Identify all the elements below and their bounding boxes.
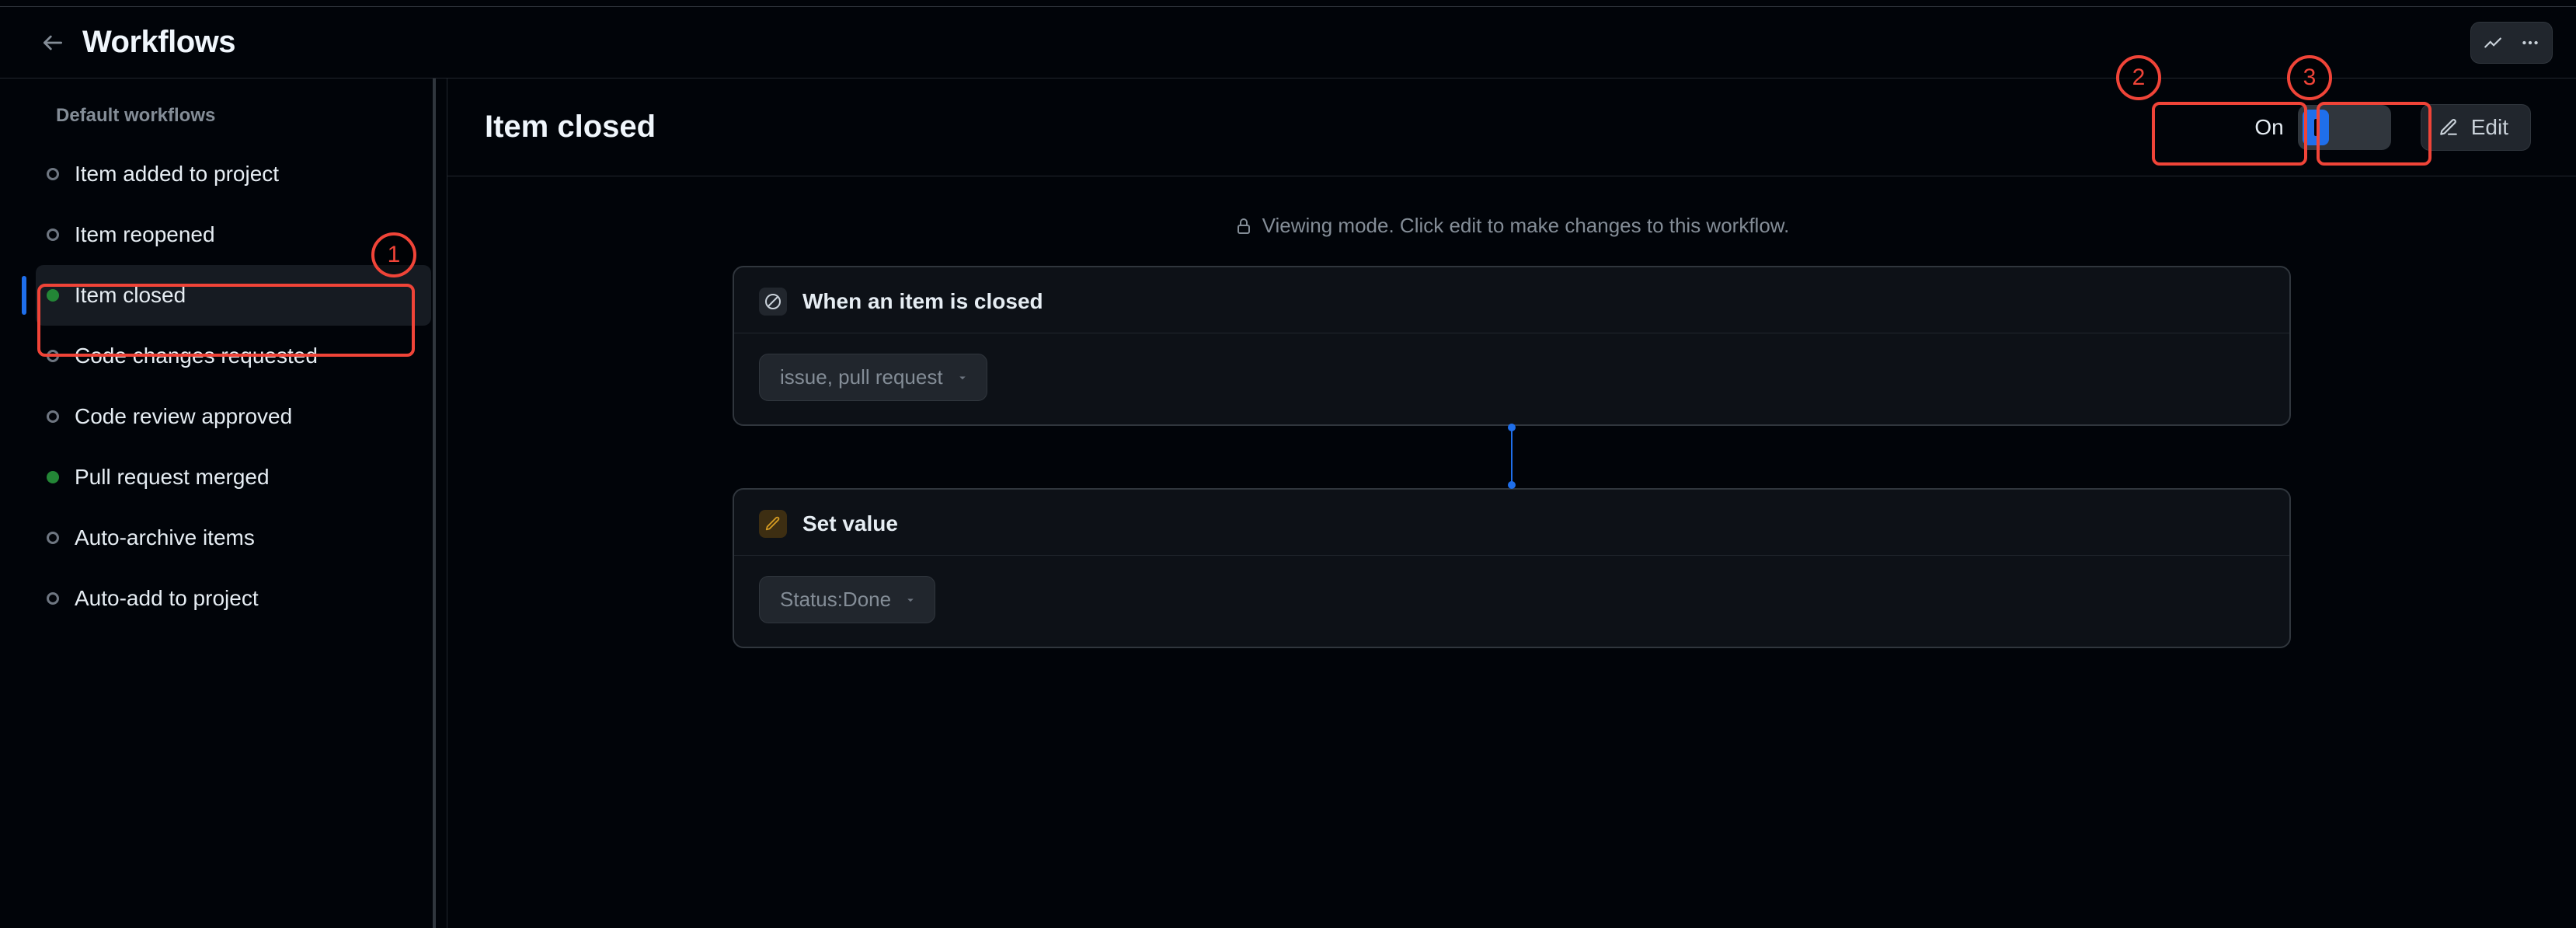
sidebar-item-workflow[interactable]: Auto-archive items xyxy=(36,508,431,568)
action-value-label: Status:Done xyxy=(780,588,891,612)
trigger-heading: When an item is closed xyxy=(802,289,1043,314)
viewing-mode-notice: Viewing mode. Click edit to make changes… xyxy=(447,176,2576,266)
back-arrow-icon[interactable] xyxy=(37,27,68,58)
status-dot-off-icon xyxy=(47,592,59,605)
sidebar-item-label: Item added to project xyxy=(75,162,279,187)
action-card: Set value Status:Done xyxy=(733,488,2291,648)
viewing-mode-text: Viewing mode. Click edit to make changes… xyxy=(1262,214,1790,238)
pencil-icon xyxy=(759,510,787,538)
edit-button-label: Edit xyxy=(2471,115,2508,140)
sidebar-item-workflow[interactable]: Item reopened xyxy=(36,204,431,265)
status-dot-off-icon xyxy=(47,229,59,241)
lock-icon xyxy=(1234,217,1253,235)
sidebar-item-label: Auto-add to project xyxy=(75,586,259,611)
sidebar-item-workflow[interactable]: Code changes requested xyxy=(36,326,431,386)
sidebar-item-label: Item reopened xyxy=(75,222,215,247)
workflow-main: Item closed On Edit Viewing mode. Click … xyxy=(447,78,2576,928)
sidebar-item-label: Item closed xyxy=(75,283,186,308)
sidebar-item-workflow[interactable]: Item added to project xyxy=(36,144,431,204)
action-heading: Set value xyxy=(802,511,898,536)
caret-down-icon xyxy=(956,371,969,385)
sidebar-heading: Default workflows xyxy=(56,105,423,127)
status-dot-on-icon xyxy=(47,289,59,302)
insights-button[interactable] xyxy=(2474,26,2512,60)
status-dot-off-icon xyxy=(47,168,59,180)
sidebar-item-workflow[interactable]: Pull request merged xyxy=(36,447,431,508)
status-dot-off-icon xyxy=(47,350,59,362)
action-value-chip[interactable]: Status:Done xyxy=(759,576,935,623)
sidebar-item-label: Auto-archive items xyxy=(75,525,255,550)
sidebar-item-workflow[interactable]: Auto-add to project xyxy=(36,568,431,629)
status-dot-on-icon xyxy=(47,471,59,483)
caret-down-icon xyxy=(903,593,917,607)
page-title: Workflows xyxy=(82,25,235,60)
status-dot-off-icon xyxy=(47,532,59,544)
status-dot-off-icon xyxy=(47,410,59,423)
workflow-title: Item closed xyxy=(485,110,656,145)
workflow-sidebar: Default workflows Item added to project I… xyxy=(0,78,447,928)
trigger-card: When an item is closed issue, pull reque… xyxy=(733,266,2291,426)
edit-button[interactable]: Edit xyxy=(2421,104,2531,151)
workflow-toggle-group: On xyxy=(2244,96,2401,159)
workflow-enable-toggle[interactable] xyxy=(2298,105,2391,150)
sidebar-item-label: Code review approved xyxy=(75,404,292,429)
trigger-filter-label: issue, pull request xyxy=(780,365,943,389)
skip-icon xyxy=(759,288,787,316)
sidebar-item-workflow[interactable]: Item closed xyxy=(36,265,431,326)
trigger-filter-chip[interactable]: issue, pull request xyxy=(759,354,987,401)
sidebar-item-workflow[interactable]: Code review approved xyxy=(36,386,431,447)
sidebar-item-label: Code changes requested xyxy=(75,344,318,368)
pencil-icon xyxy=(2438,117,2459,138)
sidebar-item-label: Pull request merged xyxy=(75,465,270,490)
topbar-actions xyxy=(2470,22,2553,64)
toggle-knob xyxy=(2303,110,2329,145)
workflow-connector xyxy=(1511,427,1513,485)
more-menu-button[interactable] xyxy=(2512,26,2549,60)
toggle-label: On xyxy=(2254,115,2283,140)
